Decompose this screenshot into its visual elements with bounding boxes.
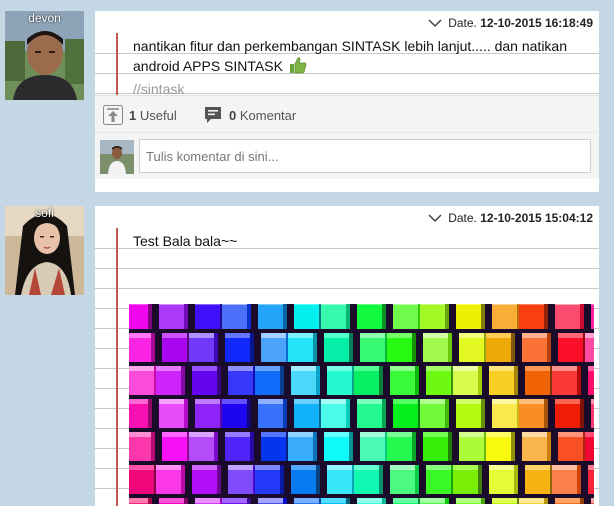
post-date: Date. 12-10-2015 15:04:12 [428, 211, 593, 226]
comment-count: 0 [229, 107, 237, 123]
date-label: Date. [448, 211, 477, 225]
post-header: Date. 12-10-2015 15:04:12 [95, 206, 599, 228]
date-value: 12-10-2015 16:18:49 [480, 16, 593, 30]
post-text: nantikan fitur dan perkembangan SINTASK … [133, 38, 568, 74]
post-date: Date. 12-10-2015 16:18:49 [428, 16, 593, 31]
post-body: nantikan fitur dan perkembangan SINTASK … [95, 33, 599, 97]
comment-icon [205, 107, 221, 123]
comment-input[interactable] [139, 139, 591, 173]
upvote-icon [103, 105, 123, 125]
comment-row [95, 132, 599, 179]
author-name[interactable]: sofi [5, 206, 84, 220]
post-text: Test Bala bala~~ [133, 233, 238, 249]
post-image[interactable] [129, 304, 594, 504]
post-header: Date. 12-10-2015 16:18:49 [95, 11, 599, 33]
useful-button[interactable]: 1 Useful [103, 105, 177, 125]
current-user-avatar [100, 140, 134, 174]
author-avatar-devon[interactable]: devon [5, 11, 84, 100]
post-card: Date. 12-10-2015 16:18:49 nantikan fitur… [95, 11, 599, 192]
post-actions: 1 Useful 0 Komentar [95, 95, 599, 132]
thumbs-up-icon [289, 56, 307, 79]
author-avatar-sofi[interactable]: sofi [5, 206, 84, 295]
author-name[interactable]: devon [5, 11, 84, 25]
chevron-down-icon[interactable] [428, 212, 442, 226]
chevron-down-icon[interactable] [428, 17, 442, 31]
date-label: Date. [448, 16, 477, 30]
useful-count: 1 [129, 107, 137, 123]
comment-label: Komentar [239, 107, 297, 123]
useful-label: Useful [139, 107, 177, 123]
post-card: Date. 12-10-2015 15:04:12 Test Bala bala… [95, 206, 599, 506]
date-value: 12-10-2015 15:04:12 [480, 211, 593, 225]
comment-button[interactable]: 0 Komentar [203, 105, 296, 125]
margin-line [116, 228, 118, 506]
rainbow-cubes-image [129, 304, 594, 504]
post-body: Test Bala bala~~ [95, 228, 599, 506]
